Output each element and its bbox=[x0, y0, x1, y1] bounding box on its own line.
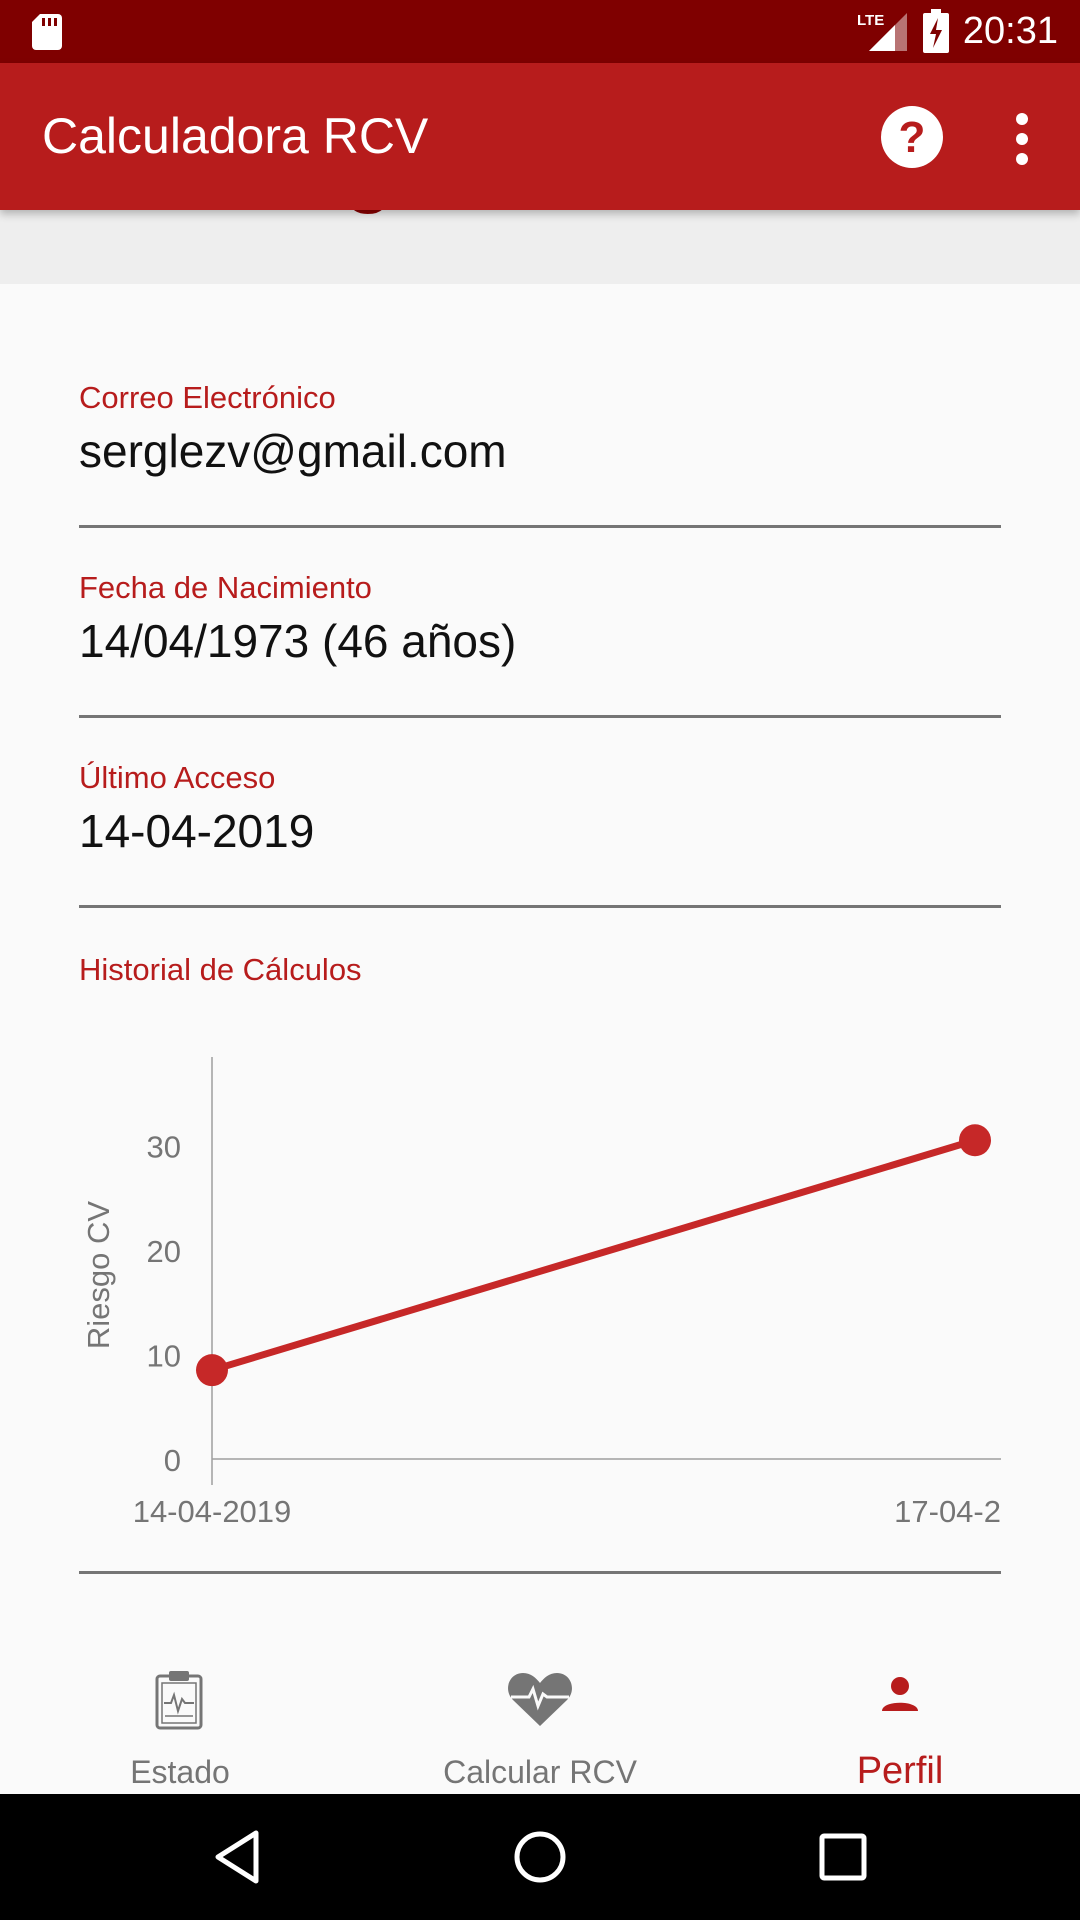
system-navigation-bar bbox=[0, 1794, 1080, 1920]
nav-label-calcular-rcv: Calcular RCV bbox=[443, 1754, 637, 1790]
email-field: Correo Electrónico serglezv@gmail.com bbox=[79, 380, 1001, 528]
clock-time: 20:31 bbox=[962, 9, 1058, 52]
back-icon[interactable] bbox=[212, 1829, 262, 1885]
recents-icon[interactable] bbox=[818, 1832, 868, 1882]
y-tick-label: 0 bbox=[164, 1443, 181, 1478]
nav-label-perfil: Perfil bbox=[856, 1750, 944, 1792]
nav-item-perfil[interactable]: Perfil bbox=[720, 1628, 1080, 1794]
email-value: serglezv@gmail.com bbox=[79, 425, 507, 477]
help-icon[interactable]: ? bbox=[880, 105, 944, 169]
email-label: Correo Electrónico bbox=[79, 380, 336, 415]
y-axis-label: Riesgo CV bbox=[81, 1201, 116, 1349]
lte-signal-icon: LTE bbox=[857, 12, 907, 51]
nav-item-calcular-rcv[interactable]: Calcular RCV bbox=[360, 1628, 720, 1794]
bottom-navigation: Estado Calcular RCV Perfil bbox=[0, 1628, 1080, 1794]
x-tick-label: 17-04-2 bbox=[894, 1494, 1001, 1529]
person-icon bbox=[882, 1677, 918, 1711]
heart-pulse-icon bbox=[508, 1673, 572, 1726]
svg-text:?: ? bbox=[899, 113, 926, 162]
history-chart[interactable]: 0 10 20 30 Riesgo CV 14-04-2019 17-04-2 bbox=[79, 940, 1001, 1571]
y-tick-label: 20 bbox=[147, 1234, 181, 1269]
y-tick-label: 30 bbox=[147, 1130, 181, 1165]
battery-charging-icon bbox=[922, 9, 949, 53]
sd-card-icon bbox=[32, 14, 62, 50]
status-bar: LTE 20:31 bbox=[0, 0, 1080, 63]
birthdate-label: Fecha de Nacimiento bbox=[79, 570, 372, 605]
birthdate-field: Fecha de Nacimiento 14/04/1973 (46 años) bbox=[79, 570, 1001, 718]
home-icon[interactable] bbox=[513, 1830, 567, 1884]
data-point bbox=[959, 1124, 991, 1157]
last-access-value: 14-04-2019 bbox=[79, 805, 315, 857]
history-section: Historial de Cálculos 0 10 20 30 Riesgo CV 14… bbox=[79, 940, 1001, 1574]
y-tick-label: 10 bbox=[147, 1339, 181, 1374]
last-access-field: Último Acceso 14-04-2019 bbox=[79, 760, 1001, 908]
app-bar: Calculadora RCV ? bbox=[0, 63, 1080, 210]
data-point bbox=[196, 1354, 228, 1387]
app-title: Calculadora RCV bbox=[42, 108, 429, 164]
x-tick-label: 14-04-2019 bbox=[133, 1494, 292, 1529]
last-access-label: Último Acceso bbox=[79, 760, 276, 795]
clipboard-pulse-icon bbox=[155, 1671, 203, 1730]
overflow-menu-icon[interactable] bbox=[1000, 107, 1044, 171]
series-line bbox=[208, 1136, 979, 1374]
birthdate-value: 14/04/1973 (46 años) bbox=[79, 615, 517, 667]
nav-item-estado[interactable]: Estado bbox=[0, 1628, 360, 1794]
network-type-label: LTE bbox=[857, 12, 884, 29]
nav-label-estado: Estado bbox=[130, 1754, 230, 1790]
